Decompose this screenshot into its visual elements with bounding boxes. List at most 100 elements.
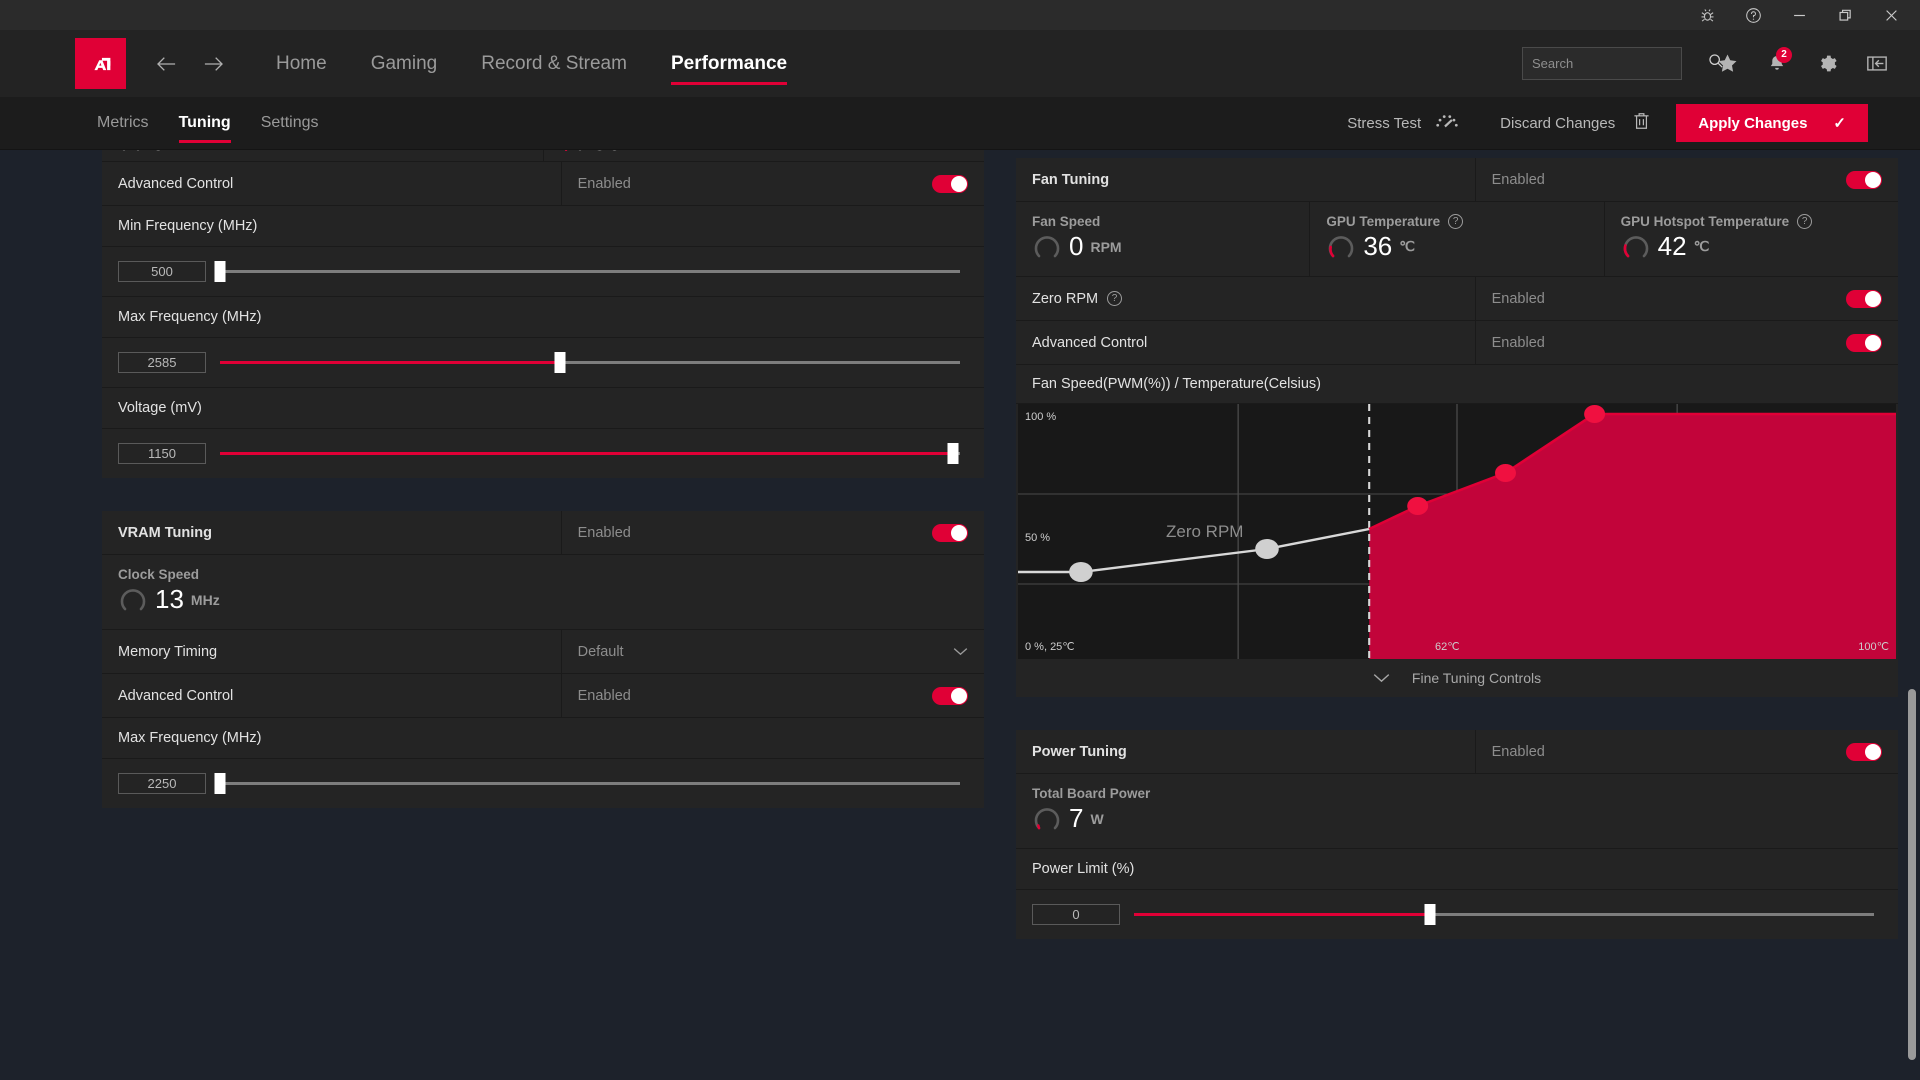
fine-tuning-controls-button[interactable]: Fine Tuning Controls xyxy=(1016,659,1898,697)
trash-icon[interactable] xyxy=(1633,112,1650,135)
settings-gear-icon[interactable] xyxy=(1802,39,1852,89)
vram-max-frequency-track[interactable] xyxy=(214,773,960,794)
fan-speed-unit: RPM xyxy=(1090,238,1122,255)
vram-memory-timing-label: Memory Timing xyxy=(118,643,218,660)
power-limit-value[interactable]: 0 xyxy=(1032,904,1120,925)
power-tuning-enabled-label: Enabled xyxy=(1491,743,1545,760)
gpu-voltage-value: 56 xyxy=(593,150,622,157)
total-board-power-value: 7 xyxy=(1069,803,1084,833)
power-limit-slider-row[interactable]: 0 xyxy=(1016,890,1898,939)
fan-tuning-value-cell: Enabled xyxy=(1474,158,1898,201)
help-question-icon[interactable]: ? xyxy=(1107,291,1123,306)
back-arrow-icon[interactable] xyxy=(148,45,186,83)
fan-advanced-control-value-cell: Enabled xyxy=(1474,321,1898,364)
gpu-min-frequency-track[interactable] xyxy=(214,261,960,282)
gpu-min-frequency-slider-row[interactable]: 500 xyxy=(102,247,984,297)
zero-rpm-row[interactable]: Zero RPM ? Enabled xyxy=(1016,277,1898,321)
nav-item-home[interactable]: Home xyxy=(254,30,349,97)
search-box[interactable] xyxy=(1522,47,1723,80)
tab-metrics[interactable]: Metrics xyxy=(82,97,164,150)
apply-changes-button[interactable]: Apply Changes ✓ xyxy=(1676,104,1868,142)
fan-curve-point-4 xyxy=(1495,464,1516,482)
vram-tuning-header-row[interactable]: VRAM Tuning Enabled xyxy=(102,511,984,555)
chevron-down-icon[interactable] xyxy=(953,643,968,660)
vram-clock-speed-label: Clock Speed xyxy=(118,567,200,582)
power-tuning-toggle[interactable] xyxy=(1846,742,1882,761)
gpu-voltage-slider-row[interactable]: 1150 xyxy=(102,429,984,478)
gpu-voltage-track[interactable] xyxy=(220,443,960,464)
fan-advanced-control-toggle[interactable] xyxy=(1846,333,1882,352)
gpu-max-frequency-value[interactable]: 2585 xyxy=(118,352,206,373)
notifications-bell-icon[interactable]: 2 xyxy=(1752,39,1802,89)
sub-bar-actions: Stress Test Discard Changes Apply Change… xyxy=(1347,104,1920,142)
fan-curve-chart-title: Fan Speed(PWM(%)) / Temperature(Celsius) xyxy=(1016,365,1898,404)
fan-tuning-toggle[interactable] xyxy=(1846,170,1882,189)
stress-test-button[interactable]: Stress Test xyxy=(1347,113,1460,134)
power-tuning-header-row[interactable]: Power Tuning Enabled xyxy=(1016,730,1898,774)
vram-max-frequency-thumb[interactable] xyxy=(214,773,226,794)
amd-logo-icon[interactable] xyxy=(75,38,126,89)
gpu-voltage-thumb[interactable] xyxy=(947,443,959,464)
zero-rpm-value-cell: Enabled xyxy=(1474,277,1898,320)
vram-clock-speed-row: Clock Speed 13 MHz xyxy=(102,555,984,630)
scrollbar-thumb[interactable] xyxy=(1908,688,1916,1061)
apply-changes-label: Apply Changes xyxy=(1698,114,1808,132)
collapse-panel-icon[interactable] xyxy=(1852,39,1902,89)
gpu-max-frequency-thumb[interactable] xyxy=(554,352,566,373)
power-limit-track[interactable] xyxy=(1134,904,1874,925)
zero-rpm-toggle[interactable] xyxy=(1846,289,1882,308)
gpu-min-frequency-thumb[interactable] xyxy=(214,261,226,282)
close-button[interactable] xyxy=(1868,0,1914,30)
help-question-icon[interactable]: ? xyxy=(1797,214,1813,229)
gpu-advanced-control-row[interactable]: Advanced Control Enabled xyxy=(102,162,984,206)
fan-curve-svg xyxy=(1018,404,1896,659)
fan-tuning-header-row[interactable]: Fan Tuning Enabled xyxy=(1016,158,1898,202)
vram-tuning-title: VRAM Tuning xyxy=(118,524,212,541)
fan-speed-label: Fan Speed xyxy=(1032,214,1101,229)
minimize-button[interactable] xyxy=(1776,0,1822,30)
vram-advanced-control-toggle[interactable] xyxy=(932,686,968,705)
gpu-gauge-row-partial: 0 MHz 56 mV xyxy=(102,150,984,162)
tuning-content-area: 0 MHz 56 mV Advanced Cont xyxy=(0,150,1920,1079)
gpu-max-frequency-slider-row[interactable]: 2585 xyxy=(102,338,984,388)
gpu-max-frequency-track[interactable] xyxy=(220,352,960,373)
fan-curve-chart[interactable]: 100 % 50 % 0 %, 25℃ 62℃ 100℃ Zero RPM xyxy=(1018,404,1896,659)
nav-item-gaming[interactable]: Gaming xyxy=(349,30,460,97)
gpu-temperature-unit: ℃ xyxy=(1399,238,1415,254)
vram-tuning-toggle[interactable] xyxy=(932,523,968,542)
vertical-scrollbar[interactable] xyxy=(1908,150,1916,1079)
vram-clock-speed-value: 13 xyxy=(155,584,184,614)
gpu-frequency-value: 0 xyxy=(151,150,165,157)
search-input[interactable] xyxy=(1532,56,1708,71)
fan-curve-point-5 xyxy=(1584,405,1606,423)
power-limit-thumb[interactable] xyxy=(1424,904,1436,925)
tab-settings[interactable]: Settings xyxy=(246,97,334,150)
vram-max-frequency-slider-row[interactable]: 2250 xyxy=(102,759,984,808)
zero-rpm-label: Zero RPM xyxy=(1032,290,1099,307)
tab-tuning[interactable]: Tuning xyxy=(164,97,246,150)
help-question-icon[interactable]: ? xyxy=(1448,214,1464,229)
checkmark-icon: ✓ xyxy=(1833,115,1846,132)
navigation-arrows xyxy=(148,45,232,83)
gpu-advanced-control-value-cell: Enabled xyxy=(560,162,984,205)
vram-advanced-control-row[interactable]: Advanced Control Enabled xyxy=(102,674,984,718)
gauge-icon xyxy=(1434,113,1460,134)
vram-max-frequency-value[interactable]: 2250 xyxy=(118,773,206,794)
discard-changes-button[interactable]: Discard Changes xyxy=(1500,112,1650,135)
forward-arrow-icon[interactable] xyxy=(194,45,232,83)
vram-memory-timing-row[interactable]: Memory Timing Default xyxy=(102,630,984,674)
favorites-star-icon[interactable] xyxy=(1702,39,1752,89)
vram-clock-speed-gauge: Clock Speed 13 MHz xyxy=(102,555,984,629)
fan-advanced-control-row[interactable]: Advanced Control Enabled xyxy=(1016,321,1898,365)
bug-report-icon[interactable] xyxy=(1684,0,1730,30)
nav-item-performance[interactable]: Performance xyxy=(649,30,809,97)
help-icon[interactable] xyxy=(1730,0,1776,30)
gpu-voltage-value[interactable]: 1150 xyxy=(118,443,206,464)
restore-button[interactable] xyxy=(1822,0,1868,30)
vram-memory-timing-value-cell[interactable]: Default xyxy=(560,630,984,673)
gpu-min-frequency-value[interactable]: 500 xyxy=(118,261,206,282)
fan-tuning-enabled-label: Enabled xyxy=(1491,171,1545,188)
nav-item-record-stream[interactable]: Record & Stream xyxy=(459,30,649,97)
gpu-advanced-control-toggle[interactable] xyxy=(932,174,968,193)
gauge-arc-icon xyxy=(1623,235,1648,257)
